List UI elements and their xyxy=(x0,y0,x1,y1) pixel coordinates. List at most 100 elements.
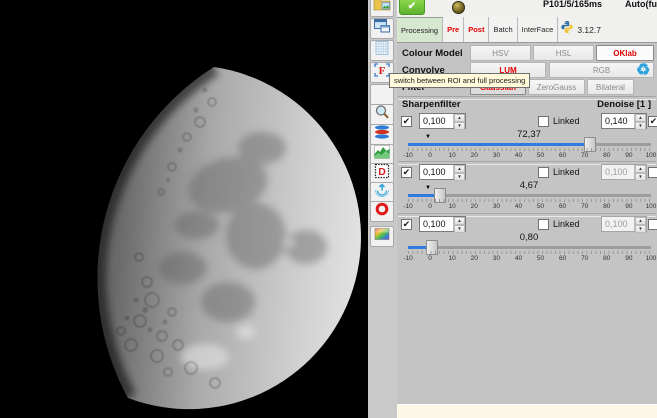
upload-button[interactable] xyxy=(370,182,394,203)
status-bar: ✔ P101/5/165ms Auto(full) xyxy=(397,0,657,17)
demosaic-button[interactable]: D xyxy=(370,163,394,184)
tick-label: -10 xyxy=(403,255,412,262)
spinner-arrows[interactable]: ▲▼ xyxy=(453,165,465,179)
denoise-enable-checkbox[interactable] xyxy=(648,167,657,178)
tick-label: 0 xyxy=(428,152,432,159)
layers-button[interactable] xyxy=(370,124,394,145)
tick-label: 20 xyxy=(471,203,478,210)
enable-checkbox[interactable] xyxy=(401,116,412,127)
tick-label: 10 xyxy=(449,152,456,159)
save-window-icon xyxy=(373,18,391,39)
spin-up-icon[interactable]: ▲ xyxy=(635,217,646,225)
tab-interface[interactable]: InterFace xyxy=(518,17,559,42)
tick-label: 40 xyxy=(515,255,522,262)
tab-processing[interactable]: Processing xyxy=(397,17,443,42)
mask-button[interactable] xyxy=(370,201,394,222)
slider-ticks xyxy=(408,148,652,151)
svg-text:F: F xyxy=(379,65,386,77)
linked-checkbox[interactable] xyxy=(538,167,549,178)
tick-label: 40 xyxy=(515,203,522,210)
tick-label: 60 xyxy=(559,152,566,159)
tab-batch[interactable]: Batch xyxy=(489,17,517,42)
tick-label: 50 xyxy=(537,255,544,262)
tick-label: 40 xyxy=(515,152,522,159)
linked-label: Linked xyxy=(553,116,580,126)
apply-check-button[interactable]: ✔ xyxy=(399,0,425,15)
app-window: F D xyxy=(0,0,657,418)
grid-view-button[interactable] xyxy=(370,40,394,61)
layers-icon xyxy=(373,124,391,145)
save-button[interactable] xyxy=(370,18,394,39)
spin-up-icon[interactable]: ▲ xyxy=(454,165,465,173)
spin-up-icon[interactable]: ▲ xyxy=(635,165,646,173)
denoise-spinbox[interactable]: 0,140 ▲▼ xyxy=(601,113,647,129)
histogram-icon xyxy=(373,144,391,165)
denoise-spinbox[interactable]: 0,100 ▲▼ xyxy=(601,216,647,232)
slider-value-label: 72,37 xyxy=(397,129,657,140)
filter-zerogauss-button[interactable]: ZeroGauss xyxy=(528,79,585,95)
tick-label: -10 xyxy=(403,203,412,210)
spin-up-icon[interactable]: ▲ xyxy=(454,114,465,122)
linked-checkbox[interactable] xyxy=(538,219,549,230)
denoise-enable-checkbox[interactable] xyxy=(648,219,657,230)
tick-label: 70 xyxy=(581,203,588,210)
linked-checkbox[interactable] xyxy=(538,116,549,127)
tick-label: 60 xyxy=(559,203,566,210)
recycle-icon[interactable]: ♻ xyxy=(636,62,650,80)
enable-checkbox[interactable] xyxy=(401,167,412,178)
tooltip: switch between ROI and full processing xyxy=(389,73,530,88)
zero-marker-icon: ▼ xyxy=(425,134,431,140)
tick-label: 80 xyxy=(603,255,610,262)
spinner-arrows[interactable]: ▲▼ xyxy=(634,165,646,179)
spin-up-icon[interactable]: ▲ xyxy=(635,114,646,122)
spinner-arrows[interactable]: ▲▼ xyxy=(634,217,646,231)
denoise-spinbox[interactable]: 0,100 ▲▼ xyxy=(601,164,647,180)
colour-model-label: Colour Model xyxy=(402,48,463,59)
bottom-strip xyxy=(397,404,657,418)
slider-track[interactable] xyxy=(408,143,651,146)
spinner-arrows[interactable]: ▲▼ xyxy=(634,114,646,128)
sharpen-group-3: 0,100 ▲▼ Linked 0,100 ▲▼ 0,80 ▼ -1001020… xyxy=(397,215,657,266)
magnifier-icon xyxy=(373,104,391,125)
zero-marker-icon: ▼ xyxy=(425,185,431,191)
status-led xyxy=(452,1,465,14)
slider-track[interactable] xyxy=(408,246,651,249)
tab-post[interactable]: Post xyxy=(464,17,489,42)
slider-ticks xyxy=(408,199,652,202)
tick-label: 80 xyxy=(603,203,610,210)
processing-panel: ✔ P101/5/165ms Auto(full) Processing Pre… xyxy=(397,0,657,418)
filter-bilateral-button[interactable]: Bilateral xyxy=(587,79,634,95)
auto-mode-readout: Auto(full) xyxy=(625,0,657,9)
spin-up-icon[interactable]: ▲ xyxy=(454,217,465,225)
tick-label: 10 xyxy=(449,203,456,210)
tick-label: 90 xyxy=(625,203,632,210)
colour-model-hsv-button[interactable]: HSV xyxy=(470,45,531,61)
sharpenfilter-header: Sharpenfilter xyxy=(402,99,461,110)
slider-tick-labels: -100102030405060708090100 xyxy=(408,255,651,264)
colour-model-hsl-button[interactable]: HSL xyxy=(533,45,594,61)
spinner-arrows[interactable]: ▲▼ xyxy=(453,114,465,128)
tick-label: 80 xyxy=(603,152,610,159)
histogram-button[interactable] xyxy=(370,144,394,165)
denoise-value: 0,140 xyxy=(602,114,634,128)
open-image-button[interactable] xyxy=(370,0,394,17)
rainbow-icon xyxy=(373,226,391,247)
colour-model-oklab-button[interactable]: OKlab xyxy=(596,45,654,61)
amount-spinbox[interactable]: 0,100 ▲▼ xyxy=(419,164,466,180)
svg-text:D: D xyxy=(378,166,386,178)
amount-value: 0,100 xyxy=(420,114,453,128)
denoise-enable-checkbox[interactable] xyxy=(648,116,657,127)
enable-checkbox[interactable] xyxy=(401,219,412,230)
tab-bar: Processing Pre Post Batch InterFace 3.12… xyxy=(397,17,657,43)
tick-label: 60 xyxy=(559,255,566,262)
tab-pre[interactable]: Pre xyxy=(443,17,464,42)
amount-spinbox[interactable]: 0,100 ▲▼ xyxy=(419,113,466,129)
tick-label: 30 xyxy=(493,255,500,262)
amount-spinbox[interactable]: 0,100 ▲▼ xyxy=(419,216,466,232)
zoom-button[interactable] xyxy=(370,104,394,125)
colour-map-button[interactable] xyxy=(370,226,394,247)
tick-label: 70 xyxy=(581,152,588,159)
denoise-value: 0,100 xyxy=(602,217,634,231)
spinner-arrows[interactable]: ▲▼ xyxy=(453,217,465,231)
folder-image-icon xyxy=(373,0,391,17)
